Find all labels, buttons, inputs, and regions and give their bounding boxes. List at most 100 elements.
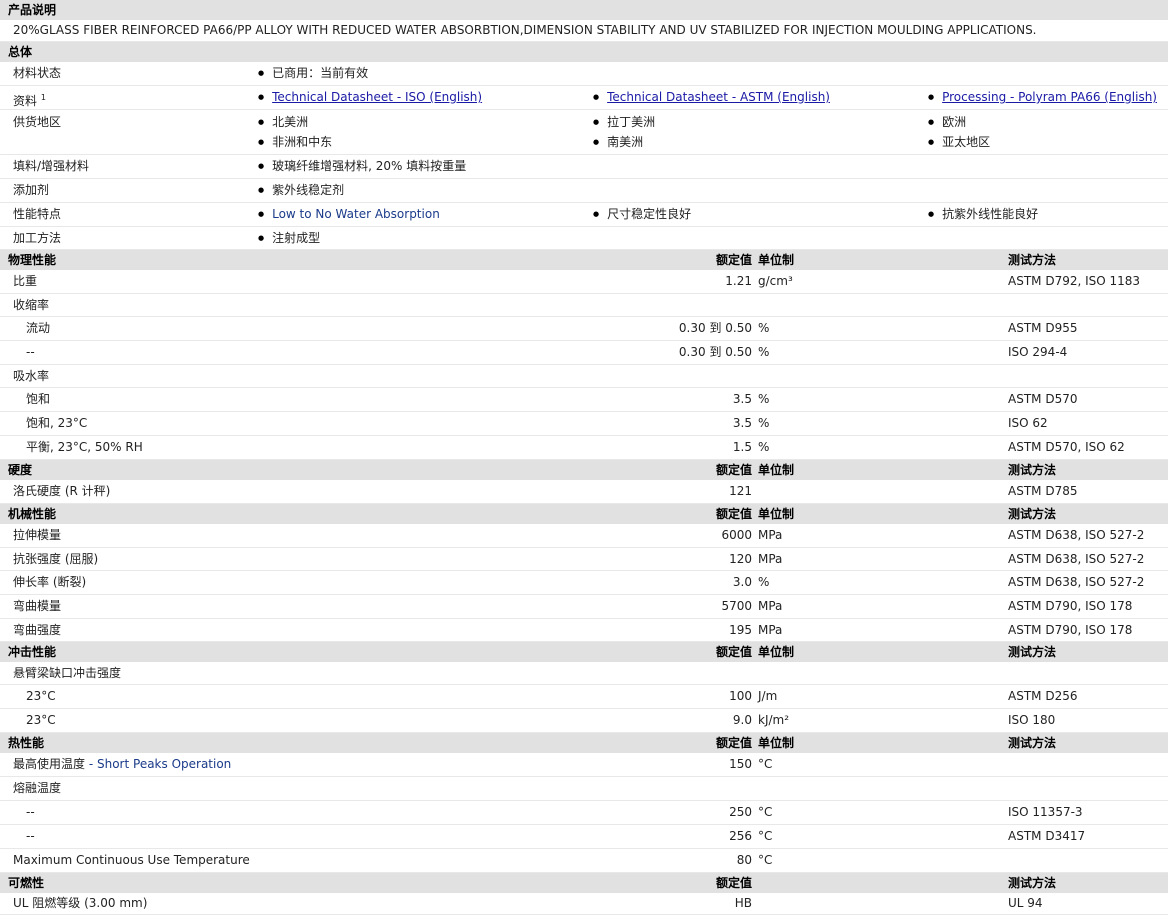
property-row: 拉伸模量 6000 MPa ASTM D638, ISO 527-2 <box>0 524 1168 548</box>
property-value: 5700 <box>721 599 752 613</box>
property-value: 250 <box>729 805 752 819</box>
label-note: - Short Peaks Operation <box>88 757 232 771</box>
property-label: 平衡, 23°C, 50% RH <box>26 440 143 454</box>
row-label: 材料状态 <box>13 66 62 80</box>
property-unit: °C <box>758 805 773 819</box>
property-label: 流动 <box>26 321 51 335</box>
row-label: 供货地区 <box>13 115 62 129</box>
property-unit: % <box>758 575 770 589</box>
property-value: 9.0 <box>732 713 752 727</box>
property-label: 拉伸模量 <box>13 528 62 542</box>
property-label: 洛氏硬度 (R 计秤) <box>13 484 111 498</box>
property-label: 弯曲模量 <box>13 599 62 613</box>
header-nominal: 额定值 <box>715 876 752 890</box>
section-title: 可燃性 <box>8 876 45 890</box>
region-item: 非洲和中东 <box>258 133 332 150</box>
property-label: 伸长率 (断裂) <box>13 575 87 589</box>
section-title: 总体 <box>8 45 33 59</box>
property-value: 3.5 <box>732 416 752 430</box>
property-method: ASTM D790, ISO 178 <box>1008 599 1133 613</box>
property-row: 吸水率 <box>0 365 1168 388</box>
section-hardness: 硬度 额定值 单位制 测试方法 <box>0 460 1168 480</box>
header-unit: 单位制 <box>758 736 795 750</box>
header-method: 测试方法 <box>1008 736 1057 750</box>
property-unit: MPa <box>758 552 783 566</box>
property-unit: % <box>758 392 770 406</box>
property-row: Maximum Continuous Use Temperature 80 °C <box>0 849 1168 873</box>
section-mechanical: 机械性能 额定值 单位制 测试方法 <box>0 504 1168 524</box>
property-label: 最高使用温度 - Short Peaks Operation <box>13 757 232 771</box>
property-method: ASTM D785 <box>1008 484 1078 498</box>
row-label: 资料 1 <box>13 93 46 108</box>
property-value: 1.5 <box>732 440 752 454</box>
header-nominal: 额定值 <box>715 253 752 267</box>
property-unit: °C <box>758 829 773 843</box>
property-label: 23°C <box>26 689 56 703</box>
row-processing: 加工方法 注射成型 <box>0 227 1168 250</box>
row-documents: 资料 1 Technical Datasheet - ISO (English)… <box>0 86 1168 110</box>
product-description-text: 20%GLASS FIBER REINFORCED PA66/PP ALLOY … <box>0 20 1168 42</box>
section-title: 机械性能 <box>8 507 57 521</box>
section-title: 冲击性能 <box>8 645 57 659</box>
row-value: 玻璃纤维增强材料, 20% 填料按重量 <box>258 155 466 180</box>
region-item: 北美洲 <box>258 113 308 130</box>
feature-item: 抗紫外线性能良好 <box>928 203 1038 228</box>
property-method: ASTM D3417 <box>1008 829 1086 843</box>
property-method: ASTM D256 <box>1008 689 1078 703</box>
property-label: -- <box>26 345 35 359</box>
doc-link-item: Technical Datasheet - ASTM (English) <box>593 86 830 111</box>
property-label: -- <box>26 805 35 819</box>
region-item: 拉丁美洲 <box>593 113 655 130</box>
property-unit: % <box>758 345 770 359</box>
property-method: ASTM D570 <box>1008 392 1078 406</box>
doc-link-astm[interactable]: Technical Datasheet - ASTM (English) <box>607 90 830 104</box>
property-method: ASTM D638, ISO 527-2 <box>1008 552 1145 566</box>
property-row: 抗张强度 (屈服) 120 MPa ASTM D638, ISO 527-2 <box>0 548 1168 571</box>
header-nominal: 额定值 <box>715 463 752 477</box>
property-label: 熔融温度 <box>13 781 62 795</box>
property-value: 0.30 到 0.50 <box>678 345 752 359</box>
property-method: ASTM D790, ISO 178 <box>1008 623 1133 637</box>
doc-link-item: Technical Datasheet - ISO (English) <box>258 86 482 111</box>
property-row: 23°C 9.0 kJ/m² ISO 180 <box>0 709 1168 733</box>
property-row: 悬臂梁缺口冲击强度 <box>0 662 1168 685</box>
property-unit: % <box>758 440 770 454</box>
header-unit: 单位制 <box>758 253 795 267</box>
section-title: 热性能 <box>8 736 45 750</box>
property-row: 收缩率 <box>0 294 1168 317</box>
property-method: ASTM D792, ISO 1183 <box>1008 274 1141 288</box>
header-nominal: 额定值 <box>715 736 752 750</box>
property-unit: MPa <box>758 599 783 613</box>
header-method: 测试方法 <box>1008 507 1057 521</box>
row-filler: 填料/增强材料 玻璃纤维增强材料, 20% 填料按重量 <box>0 155 1168 179</box>
header-method: 测试方法 <box>1008 876 1057 890</box>
row-features: 性能特点 Low to No Water Absorption 尺寸稳定性良好 … <box>0 203 1168 227</box>
property-label: 23°C <box>26 713 56 727</box>
property-row: -- 256 °C ASTM D3417 <box>0 825 1168 849</box>
region-item: 南美洲 <box>593 133 643 150</box>
row-material-status: 材料状态 已商用：当前有效 <box>0 62 1168 86</box>
property-value: 3.0 <box>732 575 752 589</box>
section-impact: 冲击性能 额定值 单位制 测试方法 <box>0 642 1168 662</box>
property-method: ISO 294-4 <box>1008 345 1068 359</box>
property-row: 洛氏硬度 (R 计秤) 121 ASTM D785 <box>0 480 1168 504</box>
property-label: UL 阻燃等级 (3.00 mm) <box>13 896 148 910</box>
row-label: 添加剂 <box>13 183 50 197</box>
property-value: 6000 <box>721 528 752 542</box>
row-label: 加工方法 <box>13 231 62 245</box>
section-title: 硬度 <box>8 463 33 477</box>
property-method: UL 94 <box>1008 896 1043 910</box>
header-nominal: 额定值 <box>715 645 752 659</box>
doc-link-iso[interactable]: Technical Datasheet - ISO (English) <box>272 90 482 104</box>
footnote-marker: 1 <box>40 93 46 102</box>
property-row: 23°C 100 J/m ASTM D256 <box>0 685 1168 709</box>
property-unit: % <box>758 416 770 430</box>
section-title: 产品说明 <box>8 3 57 17</box>
region-item: 欧洲 <box>928 113 966 130</box>
property-row: -- 250 °C ISO 11357-3 <box>0 801 1168 825</box>
property-unit: °C <box>758 757 773 771</box>
property-row: 弯曲强度 195 MPa ASTM D790, ISO 178 <box>0 619 1168 642</box>
row-value: 注射成型 <box>258 227 320 251</box>
section-product-description: 产品说明 <box>0 0 1168 20</box>
doc-link-processing[interactable]: Processing - Polyram PA66 (English) <box>942 90 1157 104</box>
